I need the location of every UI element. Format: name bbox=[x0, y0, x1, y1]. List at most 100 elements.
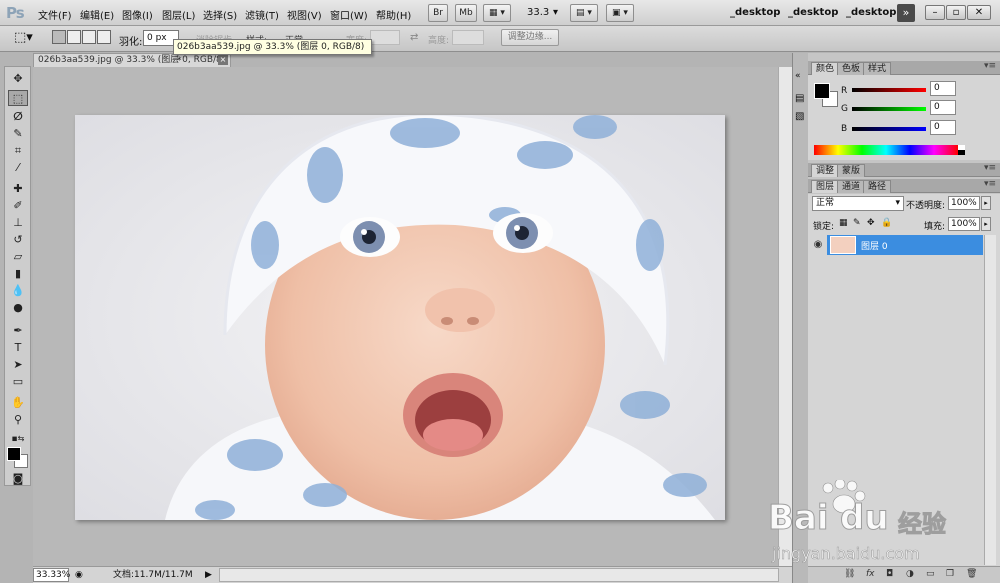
lock-position-icon[interactable]: ✥ bbox=[867, 218, 875, 228]
status-info-icon[interactable]: ◉ bbox=[75, 567, 83, 583]
menu-help[interactable]: 帮助(H) bbox=[376, 7, 411, 22]
red-value-field[interactable]: 0 bbox=[930, 81, 956, 96]
tab-paths[interactable]: 路径 bbox=[863, 180, 892, 193]
menu-select[interactable]: 选择(S) bbox=[203, 7, 237, 22]
menu-window[interactable]: 窗口(W) bbox=[330, 7, 368, 22]
zoom-dropdown-icon[interactable]: ▾ bbox=[553, 7, 558, 18]
quick-mask-icon[interactable]: ◙ bbox=[8, 471, 28, 487]
quick-selection-tool-icon[interactable]: ✎ bbox=[8, 126, 28, 142]
close-document-icon[interactable]: × bbox=[218, 55, 228, 65]
tab-swatches[interactable]: 色板 bbox=[837, 62, 866, 75]
dodge-tool-icon[interactable]: ● bbox=[8, 300, 28, 316]
status-menu-arrow-icon[interactable]: ▶ bbox=[205, 567, 212, 583]
menu-filter[interactable]: 滤镜(T) bbox=[245, 7, 279, 22]
move-tool-icon[interactable]: ✥ bbox=[8, 71, 28, 87]
collapse-icon[interactable]: « bbox=[795, 71, 801, 81]
navigator-panel-icon[interactable]: ▧ bbox=[795, 111, 804, 122]
new-layer-icon[interactable]: ❐ bbox=[946, 569, 954, 579]
workspace-1[interactable]: _desktop bbox=[730, 7, 780, 18]
menu-view[interactable]: 视图(V) bbox=[287, 7, 322, 22]
arrange-dropdown[interactable]: ▤ ▾ bbox=[570, 4, 598, 22]
layer-name[interactable]: 图层 0 bbox=[861, 239, 888, 252]
delete-layer-icon[interactable]: 🗑 bbox=[966, 569, 977, 579]
panel-foreground-swatch[interactable] bbox=[814, 83, 830, 99]
height-field[interactable] bbox=[452, 30, 484, 45]
menu-image[interactable]: 图像(I) bbox=[122, 7, 153, 22]
lock-transparency-icon[interactable]: ▦ bbox=[839, 218, 848, 228]
new-group-icon[interactable]: ▭ bbox=[926, 569, 935, 579]
color-spectrum-bar[interactable] bbox=[814, 145, 958, 155]
blend-mode-select[interactable]: 正常 ▾ bbox=[812, 196, 904, 211]
layers-panel-menu-icon[interactable]: ▾≡ bbox=[984, 179, 996, 189]
gradient-tool-icon[interactable]: ▮ bbox=[8, 266, 28, 282]
bridge-button[interactable]: Br bbox=[428, 4, 448, 22]
workspace-2[interactable]: _desktop bbox=[788, 7, 838, 18]
link-layers-icon[interactable]: ⛓ bbox=[844, 569, 855, 579]
blur-tool-icon[interactable]: 💧 bbox=[8, 283, 28, 299]
clone-stamp-tool-icon[interactable]: ⊥ bbox=[8, 215, 28, 231]
adjustment-layer-icon[interactable]: ◑ bbox=[906, 569, 914, 579]
path-selection-tool-icon[interactable]: ➤ bbox=[8, 357, 28, 373]
add-mask-icon[interactable]: ◘ bbox=[886, 569, 893, 579]
extras-dropdown[interactable]: ▦ ▾ bbox=[483, 4, 511, 22]
healing-brush-tool-icon[interactable]: ✚ bbox=[8, 181, 28, 197]
zoom-level[interactable]: 33.3 bbox=[527, 7, 549, 18]
baby-photo[interactable] bbox=[75, 115, 725, 520]
eyedropper-tool-icon[interactable]: ⁄ bbox=[8, 160, 28, 176]
layer-visibility-eye-icon[interactable]: ◉ bbox=[809, 235, 827, 255]
lock-pixels-icon[interactable]: ✎ bbox=[853, 218, 861, 228]
panel-menu-icon[interactable]: ▾≡ bbox=[984, 61, 996, 71]
workspace-more-button[interactable]: » bbox=[897, 4, 915, 22]
tab-masks[interactable]: 蒙版 bbox=[837, 164, 866, 177]
fill-arrow-icon[interactable]: ▸ bbox=[981, 217, 991, 231]
lasso-tool-icon[interactable]: ⵁ bbox=[8, 109, 28, 125]
document-tab[interactable]: 026b3aa539.jpg @ 33.3% (图层 0, RGB/8) * × bbox=[33, 53, 231, 78]
adjust-panel-menu-icon[interactable]: ▾≡ bbox=[984, 163, 996, 173]
canvas-horizontal-scrollbar[interactable] bbox=[219, 568, 779, 582]
layer-row[interactable]: ◉ 图层 0 bbox=[809, 235, 983, 255]
brush-tool-icon[interactable]: ✐ bbox=[8, 198, 28, 214]
crop-tool-icon[interactable]: ⌗ bbox=[8, 143, 28, 159]
type-tool-icon[interactable]: T bbox=[8, 340, 28, 356]
tab-adjustments[interactable]: 调整 bbox=[811, 164, 840, 177]
history-panel-icon[interactable]: ▤ bbox=[795, 93, 804, 104]
opacity-arrow-icon[interactable]: ▸ bbox=[981, 196, 991, 210]
foreground-color-swatch[interactable] bbox=[7, 447, 21, 461]
pen-tool-icon[interactable]: ✒ bbox=[8, 323, 28, 339]
blue-value-field[interactable]: 0 bbox=[930, 120, 956, 135]
rectangular-marquee-tool-icon[interactable]: ⬚ bbox=[8, 90, 28, 106]
tab-styles[interactable]: 样式 bbox=[863, 62, 892, 75]
new-selection-icon[interactable] bbox=[52, 30, 66, 44]
add-selection-icon[interactable] bbox=[67, 30, 81, 44]
swap-dimensions-icon[interactable]: ⇄ bbox=[410, 32, 418, 43]
green-slider[interactable] bbox=[852, 107, 926, 111]
minibridge-button[interactable]: Mb bbox=[455, 4, 477, 22]
status-zoom-field[interactable]: 33.33% bbox=[33, 568, 70, 582]
close-window-button[interactable]: ✕ bbox=[967, 5, 991, 20]
canvas-vertical-scrollbar[interactable] bbox=[778, 67, 792, 566]
workspace-3[interactable]: _desktop bbox=[846, 7, 896, 18]
hand-tool-icon[interactable]: ✋ bbox=[8, 395, 28, 411]
zoom-tool-icon[interactable]: ⚲ bbox=[8, 412, 28, 428]
eraser-tool-icon[interactable]: ▱ bbox=[8, 249, 28, 265]
history-brush-tool-icon[interactable]: ↺ bbox=[8, 232, 28, 248]
layers-scrollbar[interactable] bbox=[984, 235, 996, 565]
tab-color[interactable]: 颜色 bbox=[811, 62, 840, 75]
marquee-tool-preset-icon[interactable]: ⬚▾ bbox=[14, 30, 33, 45]
shape-tool-icon[interactable]: ▭ bbox=[8, 374, 28, 390]
width-field[interactable] bbox=[370, 30, 400, 45]
screen-mode-dropdown[interactable]: ▣ ▾ bbox=[606, 4, 634, 22]
spectrum-black[interactable] bbox=[958, 150, 965, 155]
blue-slider[interactable] bbox=[852, 127, 926, 131]
opacity-field[interactable]: 100% bbox=[948, 196, 980, 210]
menu-edit[interactable]: 编辑(E) bbox=[80, 7, 114, 22]
green-value-field[interactable]: 0 bbox=[930, 100, 956, 115]
minimize-button[interactable]: – bbox=[925, 5, 945, 20]
maximize-button[interactable]: ▫ bbox=[946, 5, 966, 20]
layer-style-icon[interactable]: fx bbox=[866, 569, 875, 579]
default-colors-icon[interactable]: ◾⇆ bbox=[8, 431, 28, 447]
red-slider[interactable] bbox=[852, 88, 926, 92]
fill-field[interactable]: 100% bbox=[948, 217, 980, 231]
menu-file[interactable]: 文件(F) bbox=[38, 7, 72, 22]
subtract-selection-icon[interactable] bbox=[82, 30, 96, 44]
